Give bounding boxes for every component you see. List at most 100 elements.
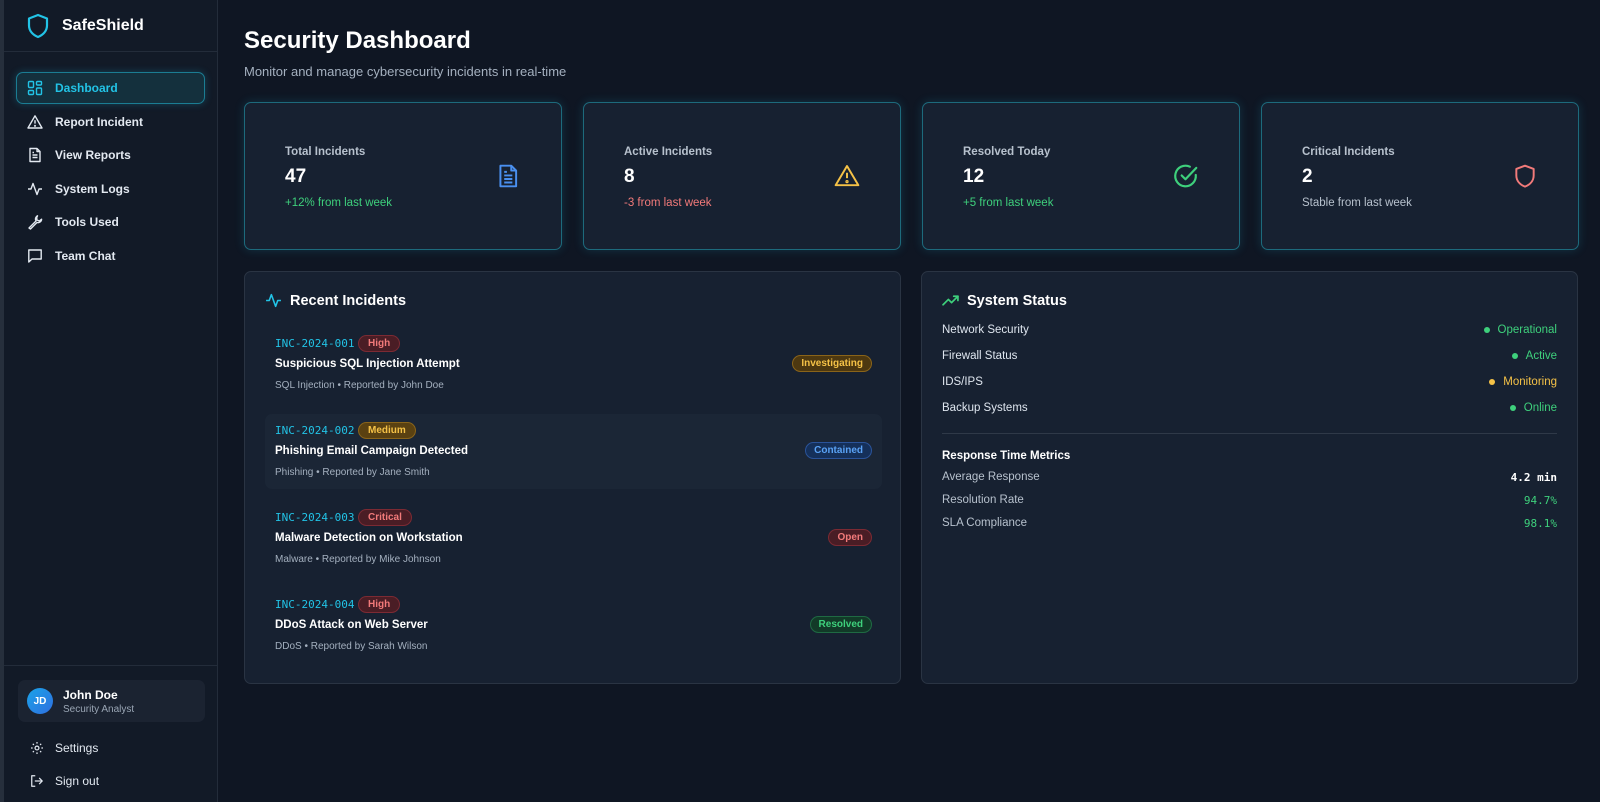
user-name: John Doe: [63, 687, 118, 702]
sidebar-item-system-logs[interactable]: System Logs: [16, 173, 205, 205]
gear-icon: [31, 741, 43, 754]
stat-label: Total Incidents: [285, 146, 366, 158]
stat-value: 8: [624, 166, 635, 187]
severity-badge: High: [358, 596, 401, 613]
metric-value: 98.1%: [1523, 517, 1557, 530]
system-name: Network Security: [942, 324, 1029, 336]
activity-icon: [28, 182, 42, 195]
metric-name: SLA Compliance: [942, 517, 1028, 529]
incident-title: DDoS Attack on Web Server: [275, 619, 428, 631]
sidebar-item-label: Report Incident: [55, 114, 144, 129]
system-status-row: Backup Systems Online: [942, 402, 1557, 420]
stat-delta: +12% from last week: [285, 197, 393, 209]
app-name: SafeShield: [62, 16, 144, 34]
sidebar-item-report-incident[interactable]: Report Incident: [16, 106, 205, 138]
metric-value: 4.2 min: [1510, 471, 1557, 484]
stat-card-active-incidents[interactable]: Active Incidents 8 -3 from last week: [583, 102, 901, 250]
stat-card-critical-incidents[interactable]: Critical Incidents 2 Stable from last we…: [1261, 102, 1579, 250]
stat-label: Resolved Today: [963, 146, 1051, 158]
stat-value: 12: [963, 166, 985, 187]
status-dot: [1509, 405, 1516, 411]
stat-card-total-incidents[interactable]: Total Incidents 47 +12% from last week: [244, 102, 562, 250]
metric-row: SLA Compliance 98.1%: [942, 517, 1557, 535]
sidebar-item-dashboard[interactable]: Dashboard: [16, 72, 205, 104]
incident-id[interactable]: INC-2024-001: [275, 337, 354, 350]
sign-out-link[interactable]: Sign out: [18, 764, 205, 797]
shield-icon: [1515, 164, 1535, 188]
system-state: Monitoring: [1489, 376, 1557, 388]
dashboard-grid-icon: [27, 80, 43, 96]
sidebar-item-label: Dashboard: [55, 81, 118, 95]
stat-delta: -3 from last week: [624, 197, 712, 209]
recent-incidents-panel: Recent Incidents INC-2024-001 High Suspi…: [244, 271, 901, 684]
incident-item[interactable]: INC-2024-002 Medium Phishing Email Campa…: [265, 414, 882, 489]
sidebar-item-team-chat[interactable]: Team Chat: [16, 240, 205, 272]
sidebar-item-label: View Reports: [55, 148, 131, 162]
incident-title: Malware Detection on Workstation: [275, 532, 463, 544]
system-name: IDS/IPS: [942, 376, 983, 388]
system-name: Backup Systems: [942, 402, 1028, 414]
brand[interactable]: SafeShield: [4, 0, 217, 52]
status-badge: Resolved: [809, 616, 872, 633]
incident-title: Phishing Email Campaign Detected: [275, 445, 468, 457]
alert-triangle-icon: [27, 114, 43, 129]
file-text-icon: [29, 147, 41, 163]
user-section: JD John Doe Security Analyst Settings Si…: [4, 665, 217, 797]
shield-icon: [27, 13, 49, 38]
severity-badge: High: [358, 335, 401, 352]
stat-delta: +5 from last week: [963, 197, 1054, 209]
check-circle-icon: [1174, 164, 1198, 188]
status-dot: [1483, 327, 1490, 333]
incident-meta: Phishing • Reported by Jane Smith: [275, 467, 430, 478]
incident-id[interactable]: INC-2024-003: [275, 511, 354, 524]
stat-value: 47: [285, 166, 307, 187]
incident-item[interactable]: INC-2024-003 Critical Malware Detection …: [265, 501, 882, 576]
panel-title: System Status: [967, 292, 1067, 309]
wrench-icon: [28, 215, 43, 230]
severity-badge: Medium: [358, 422, 416, 439]
incident-meta: Malware • Reported by Mike Johnson: [275, 554, 441, 565]
incident-id[interactable]: INC-2024-002: [275, 424, 354, 437]
severity-badge: Critical: [358, 509, 412, 526]
alert-triangle-icon: [834, 165, 860, 187]
sidebar-item-tools-used[interactable]: Tools Used: [16, 206, 205, 238]
incident-meta: SQL Injection • Reported by John Doe: [275, 380, 444, 391]
system-status-row: Firewall Status Active: [942, 350, 1557, 368]
metric-row: Average Response 4.2 min: [942, 471, 1557, 489]
stat-delta: Stable from last week: [1302, 197, 1412, 209]
status-badge: Contained: [805, 442, 872, 459]
status-badge: Open: [828, 529, 872, 546]
activity-icon: [266, 293, 281, 308]
system-status-row: Network Security Operational: [942, 324, 1557, 342]
metric-value: 94.7%: [1523, 494, 1557, 507]
system-state-label: Online: [1523, 402, 1557, 414]
stat-label: Critical Incidents: [1302, 146, 1395, 158]
settings-label: Settings: [55, 740, 99, 755]
incident-item[interactable]: INC-2024-004 High DDoS Attack on Web Ser…: [265, 588, 882, 663]
sidebar-item-label: Tools Used: [55, 215, 119, 229]
system-state: Online: [1509, 402, 1557, 414]
incident-item[interactable]: INC-2024-001 High Suspicious SQL Injecti…: [265, 327, 882, 402]
sidebar-item-view-reports[interactable]: View Reports: [16, 139, 205, 171]
incident-title: Suspicious SQL Injection Attempt: [275, 358, 460, 370]
sidebar: SafeShield Dashboard Report Incident Vie…: [0, 0, 218, 802]
system-status-row: IDS/IPS Monitoring: [942, 376, 1557, 394]
stat-value: 2: [1302, 166, 1313, 187]
system-state-label: Active: [1525, 350, 1557, 362]
system-status-panel: System Status Network Security Operation…: [921, 271, 1578, 684]
page-title: Security Dashboard: [244, 27, 471, 54]
system-name: Firewall Status: [942, 350, 1018, 362]
file-text-icon: [499, 164, 518, 188]
sign-out-label: Sign out: [55, 773, 100, 788]
user-card[interactable]: JD John Doe Security Analyst: [18, 680, 205, 722]
system-state: Operational: [1483, 324, 1557, 336]
panel-title: Recent Incidents: [290, 292, 407, 309]
user-role: Security Analyst: [63, 703, 135, 715]
stat-card-resolved-today[interactable]: Resolved Today 12 +5 from last week: [922, 102, 1240, 250]
settings-link[interactable]: Settings: [18, 731, 205, 764]
stat-label: Active Incidents: [624, 146, 713, 158]
incident-id[interactable]: INC-2024-004: [275, 598, 354, 611]
status-badge: Investigating: [792, 355, 872, 372]
log-out-icon: [31, 774, 43, 787]
status-dot: [1489, 379, 1496, 385]
